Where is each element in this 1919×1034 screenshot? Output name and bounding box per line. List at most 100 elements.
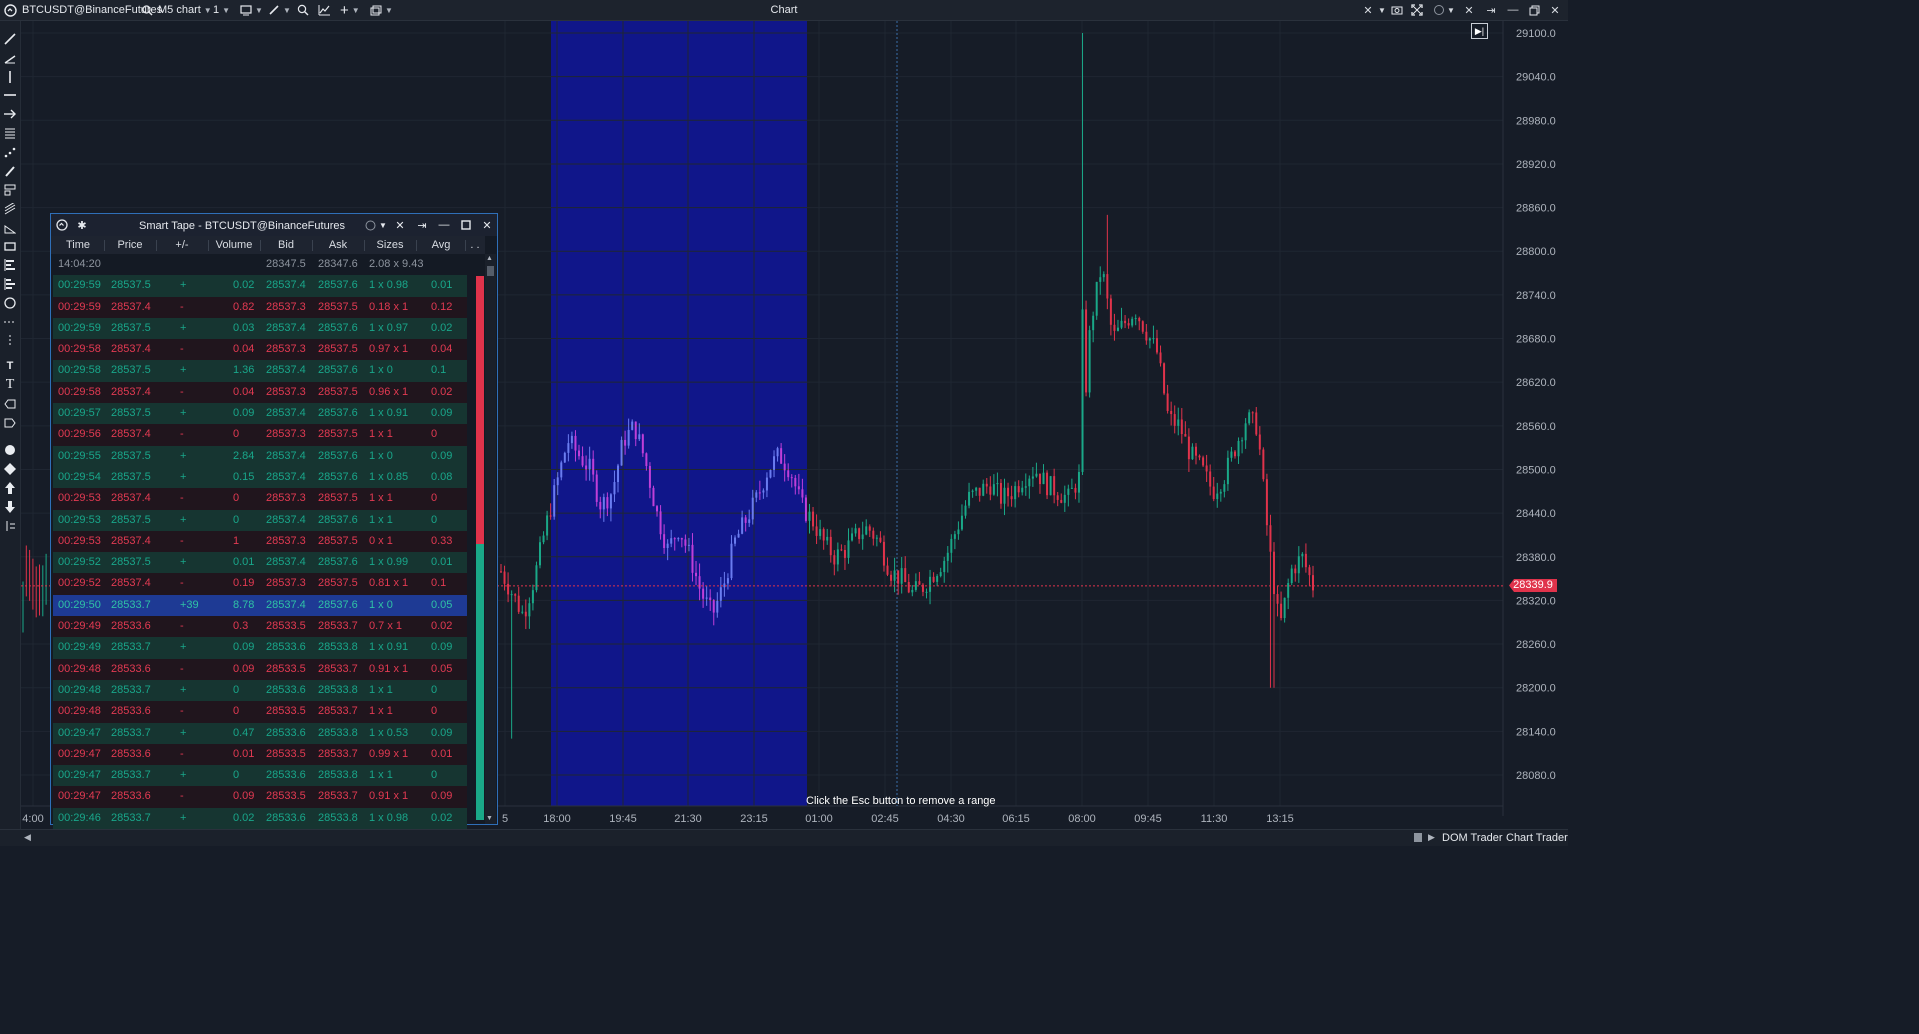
table-row[interactable]: 00:29:59 28537.5 +0.03 28537.4 28537.6 1 x 0.… (53, 317, 467, 340)
table-row[interactable]: 00:29:49 28533.7 +0.09 28533.6 28533.8 1 x 0.… (53, 637, 467, 659)
table-row[interactable]: 00:29:59 28537.4 - 0.82 28537.3 28537.5 0.18 x… (53, 296, 467, 318)
timeframe-dropdown[interactable]: M5 chart ▼ (158, 3, 212, 17)
volume-profile-2-icon[interactable] (2, 276, 18, 292)
dotted-line-icon[interactable] (2, 314, 18, 330)
chart-style-dropdown[interactable]: ▼ (240, 3, 263, 17)
table-row[interactable]: 00:29:53 28537.4 - 0 28537.3 28537.5 1 x 1 0 (53, 488, 467, 510)
restore-icon[interactable] (1526, 2, 1542, 18)
smart-tape-header[interactable]: ✱ Smart Tape - BTCUSDT@BinanceFutures ▼ … (51, 214, 497, 236)
volume-profile-icon[interactable] (2, 257, 18, 273)
table-row[interactable]: 00:29:58 28537.4 - 0.04 28537.3 28537.5 0.97 x… (53, 339, 467, 361)
trend-dots-icon[interactable] (2, 144, 18, 160)
app-logo-icon[interactable] (4, 3, 17, 17)
smart-tape-panel[interactable]: ✱ Smart Tape - BTCUSDT@BinanceFutures ▼ … (50, 213, 498, 830)
tools-icon[interactable]: ✕ (393, 218, 407, 232)
column-header-sizes[interactable]: Sizes (365, 239, 415, 251)
smart-tape-scrollbar[interactable]: ▲ ▼ (485, 254, 496, 824)
table-row[interactable]: 00:29:50 28533.7 +39 8.78 28537.4 28537.6 1 x … (53, 594, 467, 617)
minimize-icon[interactable]: — (437, 218, 451, 232)
column-header-ask[interactable]: Ask (313, 239, 363, 251)
close-icon[interactable]: ✕ (480, 218, 494, 232)
pin-panel-icon[interactable]: ⇥ (415, 218, 429, 232)
add-dropdown[interactable]: + ▼ (340, 2, 360, 19)
indicators-icon[interactable] (318, 3, 331, 17)
column-header-avg[interactable]: Avg (417, 239, 465, 251)
text-icon[interactable]: T (2, 377, 18, 393)
table-row[interactable]: 00:29:48 28533.6 - 0 28533.5 28533.7 1 x 1 0 (53, 701, 467, 723)
column-options-icon[interactable]: . . (467, 239, 483, 251)
maximize-icon[interactable] (459, 218, 473, 232)
table-row[interactable]: 00:29:56 28537.4 - 0 28537.3 28537.5 1 x 1 0 (53, 424, 467, 446)
chart-trader-tab[interactable]: Chart Trader (1506, 832, 1568, 844)
zoom-icon[interactable] (297, 3, 309, 17)
triangle-icon[interactable] (2, 220, 18, 236)
ray-tool-icon[interactable] (2, 50, 18, 66)
ellipse-icon[interactable] (2, 295, 18, 311)
line-tool-icon[interactable] (2, 31, 18, 47)
arrow-down-icon[interactable] (2, 499, 18, 515)
column-header-diff[interactable]: +/- (157, 239, 207, 251)
table-row[interactable]: 00:29:49 28533.6 - 0.3 28533.5 28533.7 0.7 x 1… (53, 616, 467, 638)
table-row[interactable]: 00:29:58 28537.5 +1.36 28537.4 28537.6 1 x 0 0… (53, 360, 467, 382)
table-row[interactable]: 00:29:48 28533.6 - 0.09 28533.5 28533.7 0.91 x… (53, 658, 467, 680)
sort-icon[interactable] (2, 518, 18, 534)
channel-icon[interactable] (2, 125, 18, 141)
link-circle-icon[interactable] (363, 218, 377, 232)
table-row[interactable]: 00:29:47 28533.7 +0.47 28533.6 28533.8 1 x 0.… (53, 722, 467, 744)
brush-icon[interactable] (2, 163, 18, 179)
table-row[interactable]: 00:29:57 28537.5 +0.09 28537.4 28537.6 1 x 0.… (53, 403, 467, 425)
drawing-tools-dropdown[interactable]: ▼ (268, 3, 291, 17)
settings-tools-icon[interactable]: ✕ (1461, 2, 1477, 18)
fullscreen-icon[interactable] (1409, 2, 1425, 18)
search-icon[interactable] (142, 3, 153, 17)
table-row[interactable]: 00:29:48 28533.7 +0 28533.6 28533.8 1 x 1 0 (53, 679, 467, 702)
table-row[interactable]: 14:04:20 28347.5 28347.6 2.08 x 9.43 (53, 254, 467, 276)
pin-panel-icon[interactable]: ⇥ (1483, 2, 1499, 18)
table-row[interactable]: 00:29:58 28537.4 - 0.04 28537.3 28537.5 0.96 x… (53, 381, 467, 404)
scroll-down-icon[interactable]: ▼ (486, 815, 493, 822)
rectangle-icon[interactable] (2, 238, 18, 254)
scroll-handle[interactable] (1414, 833, 1422, 842)
table-row[interactable]: 00:29:52 28537.5 +0.01 28537.4 28537.6 1 x 0.… (53, 552, 467, 574)
column-header-price[interactable]: Price (105, 239, 155, 251)
dotted-vertical-icon[interactable] (2, 333, 18, 349)
table-row[interactable]: 00:29:46 28533.7 +0.02 28533.6 28533.8 1 x 0.… (53, 807, 467, 830)
diamond-marker-icon[interactable] (2, 461, 18, 477)
horizontal-line-icon[interactable] (2, 87, 18, 103)
scroll-right-icon[interactable]: ▶ (1428, 832, 1435, 843)
table-row[interactable]: 00:29:54 28537.5 +0.15 28537.4 28537.6 1 x 0.… (53, 466, 467, 489)
price-label-icon[interactable] (2, 396, 18, 412)
chevron-down-icon[interactable]: ▼ (1374, 2, 1390, 18)
column-header-bid[interactable]: Bid (261, 239, 311, 251)
settings-gear-icon[interactable]: ✱ (75, 218, 89, 232)
vertical-line-icon[interactable] (2, 69, 18, 85)
minimize-icon[interactable]: — (1505, 2, 1521, 18)
arrow-up-icon[interactable] (2, 480, 18, 496)
templates-dropdown[interactable]: ▼ (370, 3, 393, 17)
go-to-end-icon[interactable]: ▶| (1471, 23, 1488, 39)
chevron-down-icon[interactable]: ▼ (376, 218, 390, 232)
scroll-thumb[interactable] (487, 266, 494, 276)
table-row[interactable]: 00:29:47 28533.6 - 0.01 28533.5 28533.7 0.99 x… (53, 743, 467, 766)
table-row[interactable]: 00:29:53 28537.5 +0 28537.4 28537.6 1 x 1 0 (53, 509, 467, 531)
table-row[interactable]: 00:29:47 28533.6 - 0.09 28533.5 28533.7 0.91 x… (53, 786, 467, 808)
chevron-down-icon[interactable]: ▼ (1443, 2, 1459, 18)
count-dropdown[interactable]: 1 ▼ (213, 3, 230, 17)
table-row[interactable]: 00:29:47 28533.7 +0 28533.6 28533.8 1 x 1 0 (53, 765, 467, 787)
arrow-right-icon[interactable] (2, 106, 18, 122)
pitchfork-icon[interactable] (2, 201, 18, 217)
fibonacci-icon[interactable] (2, 182, 18, 198)
scroll-up-icon[interactable]: ▲ (486, 255, 493, 262)
table-row[interactable]: 00:29:59 28537.5 +0.02 28537.4 28537.6 1 x 0.… (53, 275, 467, 297)
column-header-volume[interactable]: Volume (209, 239, 259, 251)
camera-icon[interactable] (1389, 2, 1405, 18)
circle-marker-icon[interactable] (2, 442, 18, 458)
table-row[interactable]: 00:29:53 28537.4 - 1 28537.3 28537.5 0 x 1 0.33 (53, 530, 467, 553)
callout-icon[interactable] (2, 415, 18, 431)
dom-trader-tab[interactable]: DOM Trader (1442, 832, 1503, 844)
scroll-left-icon[interactable]: ◀ (24, 832, 31, 843)
text-box-icon[interactable]: T (2, 358, 18, 374)
close-icon[interactable]: ✕ (1547, 2, 1563, 18)
column-header-time[interactable]: Time (53, 239, 103, 251)
table-row[interactable]: 00:29:55 28537.5 +2.84 28537.4 28537.6 1 x 0 0… (53, 445, 467, 467)
